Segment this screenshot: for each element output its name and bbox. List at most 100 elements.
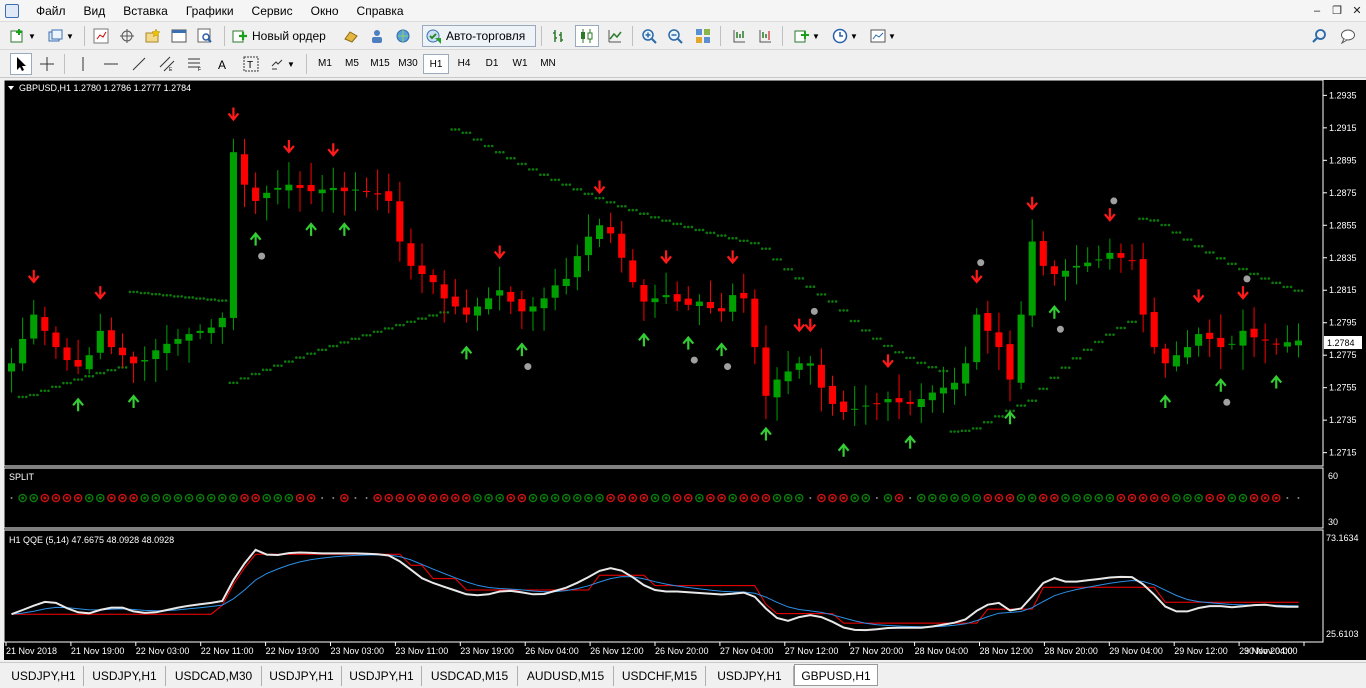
timeframe-h4-button[interactable]: H4 [451,54,477,74]
candle-body [1250,328,1258,338]
tester-button[interactable] [194,25,216,47]
split-core [1241,496,1245,500]
psar-dot [564,183,568,186]
split-core [1019,496,1023,500]
qqe-indicator [11,548,1299,632]
market-watch-button[interactable] [90,25,112,47]
split-core [853,496,857,500]
timeframe-m15-button[interactable]: M15 [367,54,393,74]
split-core [1219,496,1223,500]
equidistant-channel-button[interactable]: E [156,53,178,75]
chart-shift-button[interactable] [754,25,776,47]
auto-trading-icon [426,29,441,44]
minimize-icon[interactable]: – [1308,3,1326,19]
terminal-button[interactable] [168,25,190,47]
templates-button[interactable]: ▼ [866,25,900,47]
tab-usdjpy-h1-4[interactable]: USDJPY,H1 [342,666,422,686]
restore-icon[interactable]: ❐ [1328,3,1346,19]
psar-dot [1019,404,1023,407]
psar-dot [320,348,324,352]
profiles-button[interactable]: ▼ [44,25,78,47]
timeframe-mn-button[interactable]: MN [535,54,561,74]
split-core [109,496,113,500]
timeframe-d1-button[interactable]: D1 [479,54,505,74]
candle-body [74,360,82,367]
tab-usdjpy-h1-2[interactable]: USDJPY,H1 [84,666,166,686]
new-chart-button[interactable]: ▼ [6,25,40,47]
data-window-button[interactable] [116,25,138,47]
split-core [1063,496,1067,500]
auto-scroll-button[interactable] [728,25,750,47]
navigator-button[interactable] [142,25,164,47]
psar-dot [1263,277,1267,280]
menu-tools[interactable]: Сервис [243,0,302,22]
psar-dot [1082,348,1086,352]
zoom-out-button[interactable] [664,25,686,47]
signals-button[interactable] [366,25,388,47]
tab-gbpusd-h1[interactable]: GBPUSD,H1 [794,664,878,686]
close-icon[interactable]: ✕ [1348,3,1366,19]
timeframe-w1-button[interactable]: W1 [507,54,533,74]
menu-file[interactable]: Файл [27,0,75,22]
menu-charts[interactable]: Графики [177,0,243,22]
psar-dot [165,294,169,297]
psar-dot [731,236,734,240]
candle-body [873,403,881,405]
fibonacci-button[interactable]: F [184,53,206,75]
psar-dot [65,381,69,385]
horizontal-line-button[interactable] [100,53,122,75]
split-core [631,496,635,500]
trendline-button[interactable] [128,53,150,75]
psar-dot [106,368,110,372]
menu-help[interactable]: Справка [348,0,413,22]
timeframe-m30-button[interactable]: M30 [395,54,421,74]
psar-dot [738,239,742,243]
psar-dot [113,368,117,372]
psar-dot [934,365,938,369]
arrows-button[interactable]: ▼ [266,53,298,75]
market-button[interactable] [392,25,414,47]
search-button[interactable] [1308,25,1330,47]
psar-dot [572,188,575,191]
periods-button[interactable]: ▼ [828,25,862,47]
timeframe-m1-button[interactable]: M1 [312,54,338,74]
new-order-button[interactable]: Новый ордер [232,25,336,47]
zoom-in-button[interactable] [638,25,660,47]
vertical-line-button[interactable] [72,53,94,75]
bar-chart-button[interactable] [548,25,570,47]
tab-audusd-m15[interactable]: AUDUSD,M15 [518,666,614,686]
psar-dot [753,241,757,245]
tab-usdjpy-h1-3[interactable]: USDJPY,H1 [262,666,342,686]
timeframe-m5-button[interactable]: M5 [339,54,365,74]
chart-header-dropdown-icon[interactable] [8,86,14,90]
indicators-button[interactable]: ▼ [790,25,824,47]
split-core [775,496,779,500]
cursor-button[interactable] [10,53,32,75]
svg-text:T: T [247,60,253,71]
expert-advisors-button[interactable] [340,25,362,47]
timeframe-h1-button[interactable]: H1 [423,54,449,74]
candle-body [673,294,681,302]
menu-insert[interactable]: Вставка [114,0,177,22]
tab-usdjpy-h1-1[interactable]: USDJPY,H1 [4,666,84,686]
main-toolbar: ▼ ▼ Новый ордер Авто-торговля ▼ ▼ ▼ [0,22,1366,50]
candle-body [706,302,715,309]
menu-view[interactable]: Вид [75,0,115,22]
chart-canvas[interactable]: 1.2935 1.2915 1.2895 1.2875 1.2855 1.2835 1.28… [4,80,1366,660]
auto-trading-button[interactable]: Авто-торговля [422,25,536,47]
crosshair-button[interactable] [36,53,58,75]
psar-dot [87,374,91,378]
tab-usdcad-m15[interactable]: USDCAD,M15 [422,666,518,686]
tab-usdjpy-h1-5[interactable]: USDJPY,H1 [706,666,794,686]
chart-window[interactable]: 1.2935 1.2915 1.2895 1.2875 1.2855 1.2835 1.28… [4,80,1366,660]
tab-usdchf-m15[interactable]: USDCHF,M15 [614,666,706,686]
line-chart-button[interactable] [604,25,626,47]
menu-window[interactable]: Окно [302,0,348,22]
tile-windows-button[interactable] [692,25,714,47]
candlestick-button[interactable] [575,25,599,47]
text-label-button[interactable]: T [240,53,262,75]
split-core [231,496,235,500]
text-button[interactable]: A [212,53,234,75]
chat-button[interactable] [1336,25,1360,47]
tab-usdcad-m30[interactable]: USDCAD,M30 [166,666,262,686]
